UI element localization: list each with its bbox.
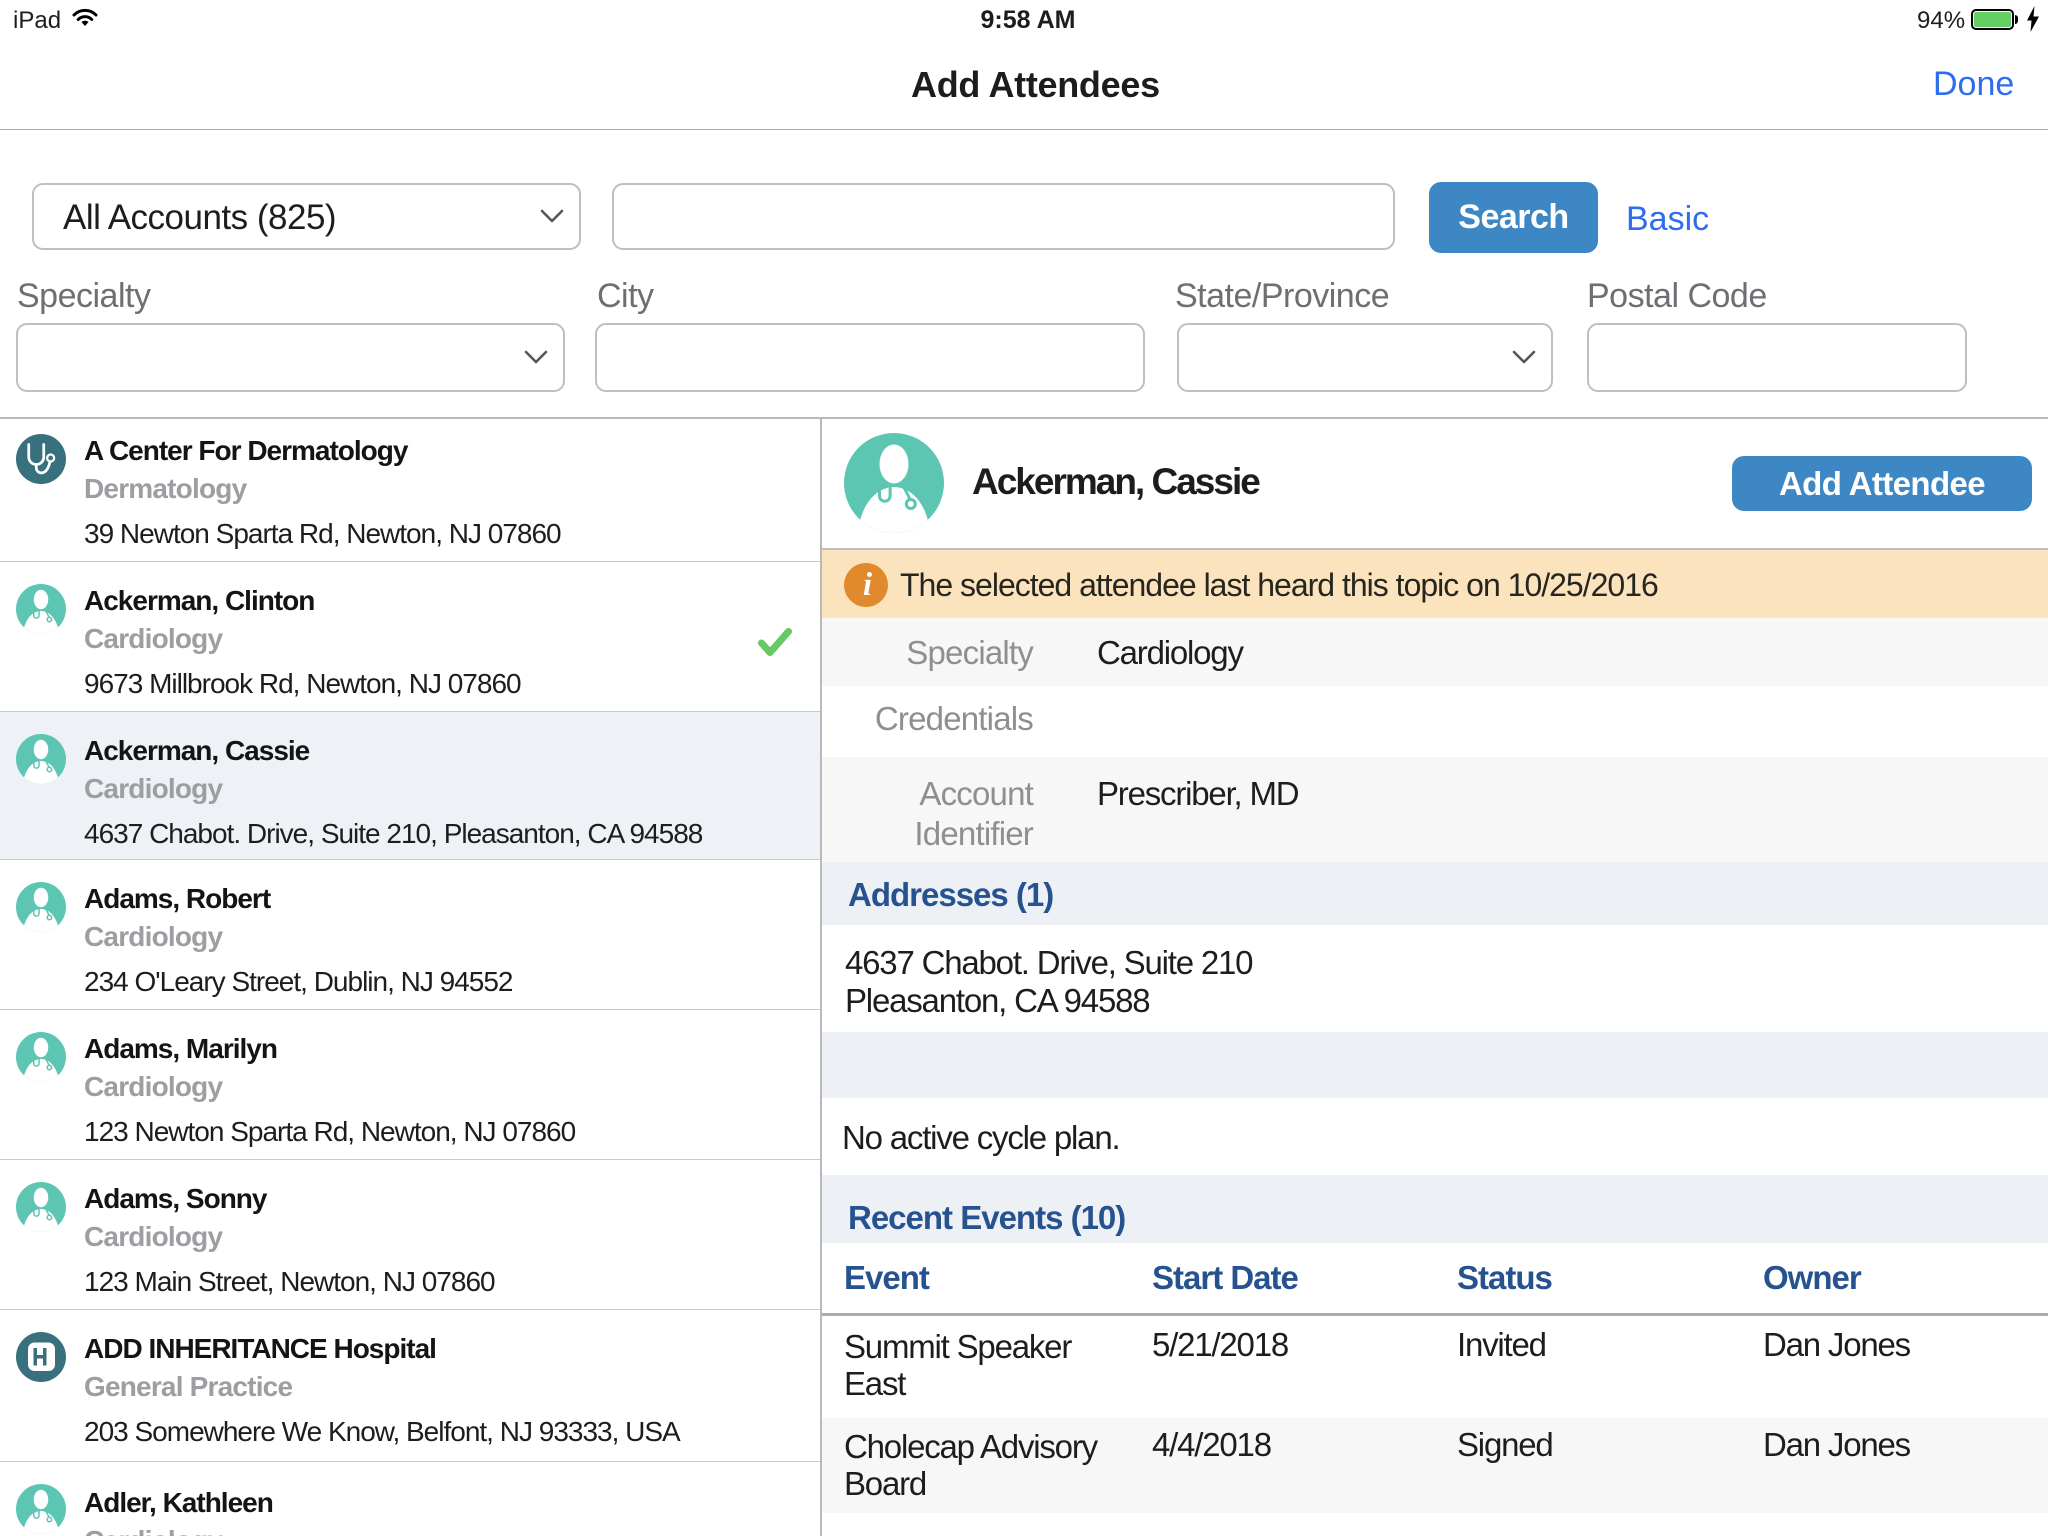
svg-text:i: i: [863, 567, 873, 603]
